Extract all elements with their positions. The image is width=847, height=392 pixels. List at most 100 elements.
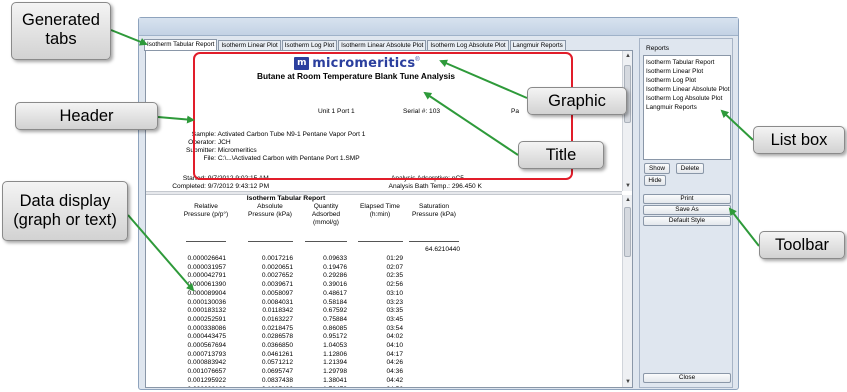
callout-data-display: Data display (graph or text) xyxy=(2,181,128,241)
table-cell: 02:56 xyxy=(386,281,403,289)
close-button[interactable]: Close xyxy=(643,373,731,383)
table-cell: 0.000713793 xyxy=(187,350,226,358)
header-rule xyxy=(305,241,347,242)
table-cell: 0.39016 xyxy=(323,281,347,289)
table-cell: 0.75884 xyxy=(323,315,347,323)
bath-temp-value: 296.450 K xyxy=(451,183,482,190)
table-cell: 0.48617 xyxy=(323,289,347,297)
print-button[interactable]: Print xyxy=(643,194,731,204)
table-cell: 0.58184 xyxy=(323,298,347,306)
callout-text: Data display (graph or text) xyxy=(13,192,117,229)
column-header: Saturation Pressure (kPa) xyxy=(412,203,456,218)
data-scrollbar[interactable]: ▲ ▼ xyxy=(622,195,632,387)
table-cell: 0.0366850 xyxy=(261,342,293,349)
table-cell: 0.09633 xyxy=(323,255,347,262)
default-style-button[interactable]: Default Style xyxy=(643,216,731,226)
callout-text: Title xyxy=(545,146,577,164)
table-cell: 0.000061390 xyxy=(187,281,226,289)
data-display: Isotherm Tabular Report Relative Pressur… xyxy=(146,195,622,387)
table-cell: 03:35 xyxy=(386,307,403,315)
table-cell: 0.0571212 xyxy=(261,359,293,367)
table-cell: 0.000130036 xyxy=(187,298,226,306)
scroll-up-icon[interactable]: ▲ xyxy=(623,51,633,61)
table-cell: 0.000883942 xyxy=(187,359,226,367)
table-cell: 04:36 xyxy=(386,368,403,376)
callout-text: List box xyxy=(770,131,828,149)
table-cell: 0.1685422 xyxy=(233,386,293,388)
callout-text: Header xyxy=(59,107,114,125)
list-item[interactable]: Langmuir Reports xyxy=(646,103,728,112)
table-cell: 0.000042791 xyxy=(187,272,226,280)
table-cell: 0.000252591 xyxy=(187,315,226,323)
table-cell: 0.95172 xyxy=(323,333,347,341)
table-cell: 02:35 xyxy=(386,272,403,280)
table-cell: 0.0286578 xyxy=(261,333,293,341)
header-rule xyxy=(186,241,226,242)
table-cell: 01:29 xyxy=(386,255,403,262)
completed-field: Completed: 9/7/2012 9:43:12 PM xyxy=(166,183,269,190)
table-cell: 04:02 xyxy=(386,333,403,341)
window-titlebar[interactable] xyxy=(139,18,738,36)
column-header: Absolute Pressure (kPa) xyxy=(248,203,292,218)
table-cell: 0.29286 xyxy=(323,272,347,280)
table-cell: 04:42 xyxy=(386,376,403,384)
reports-title: Reports xyxy=(646,45,670,52)
table-cell: 04:10 xyxy=(386,342,403,349)
table-cell: 1.38041 xyxy=(323,376,347,384)
table-cell: 04:56 xyxy=(343,386,403,388)
table-cell: 0.0461261 xyxy=(261,350,293,358)
reports-panel: Reports Isotherm Tabular Report Isotherm… xyxy=(639,38,733,388)
table-cell: 0.19476 xyxy=(323,263,347,271)
bath-temp-field: Analysis Bath Temp.: 296.450 K xyxy=(380,183,482,190)
table-cell: 0.0027652 xyxy=(261,272,293,280)
header-scrollbar[interactable]: ▲ ▼ xyxy=(622,51,632,191)
data-title: Isotherm Tabular Report xyxy=(246,195,326,202)
table-cell: 02:07 xyxy=(386,263,403,271)
table-cell: 0.0020651 xyxy=(261,263,293,271)
reports-list-box[interactable]: Isotherm Tabular Report Isotherm Linear … xyxy=(643,55,731,160)
table-cell: 0.000031957 xyxy=(187,263,226,271)
table-cell: 1.12806 xyxy=(323,350,347,358)
list-item[interactable]: Isotherm Tabular Report xyxy=(646,58,728,67)
table-cell: 0.000567694 xyxy=(187,342,226,349)
table-cell: 0.0017216 xyxy=(261,255,293,262)
completed-value: 9/7/2012 9:43:12 PM xyxy=(207,183,270,190)
list-item[interactable]: Isotherm Log Plot xyxy=(646,76,728,85)
callout-graphic: Graphic xyxy=(527,87,627,115)
callout-title: Title xyxy=(518,141,604,169)
list-item[interactable]: Isotherm Linear Absolute Plot xyxy=(646,85,729,94)
column-header: Relative Pressure (p/p°) xyxy=(183,203,229,218)
table-cell: 04:17 xyxy=(386,350,403,358)
show-button[interactable]: Show xyxy=(644,163,670,174)
column-header: Quantity Adsorbed (mmol/g) xyxy=(311,203,341,226)
scroll-thumb[interactable] xyxy=(624,207,631,257)
column-header: Elapsed Time (h:min) xyxy=(360,203,400,218)
list-item[interactable]: Isotherm Log Absolute Plot xyxy=(646,94,728,103)
table-cell: 0.0118342 xyxy=(262,307,293,315)
table-cell: 0.001295922 xyxy=(187,376,226,384)
header-outline xyxy=(193,52,573,180)
bath-temp-key: Analysis Bath Temp.: xyxy=(388,183,450,190)
scroll-up-icon[interactable]: ▲ xyxy=(623,195,633,205)
callout-generated-tabs: Generated tabs xyxy=(11,2,111,60)
list-item[interactable]: Isotherm Linear Plot xyxy=(646,67,728,76)
completed-key: Completed: xyxy=(172,183,206,190)
scroll-down-icon[interactable]: ▼ xyxy=(623,377,633,387)
table-cell: 0.000443475 xyxy=(187,333,226,341)
hide-button[interactable]: Hide xyxy=(644,175,666,186)
header-rule xyxy=(358,241,403,242)
scroll-down-icon[interactable]: ▼ xyxy=(623,181,633,191)
delete-button[interactable]: Delete xyxy=(676,163,704,174)
table-cell: 0.002608163 xyxy=(166,386,226,388)
table-cell: 04:26 xyxy=(386,359,403,367)
table-cell: 0.001076657 xyxy=(187,368,226,376)
saturation-value: 64.6210440 xyxy=(425,246,460,253)
table-cell: 1.29798 xyxy=(323,368,347,376)
table-cell: 0.000026641 xyxy=(187,255,226,262)
save-as-button[interactable]: Save As xyxy=(643,205,731,215)
header-rule xyxy=(248,241,293,242)
table-cell: 0.0837438 xyxy=(261,376,293,384)
table-cell: 0.0695747 xyxy=(261,368,293,376)
callout-text: Toolbar xyxy=(774,236,830,254)
callout-list-box: List box xyxy=(753,126,845,154)
